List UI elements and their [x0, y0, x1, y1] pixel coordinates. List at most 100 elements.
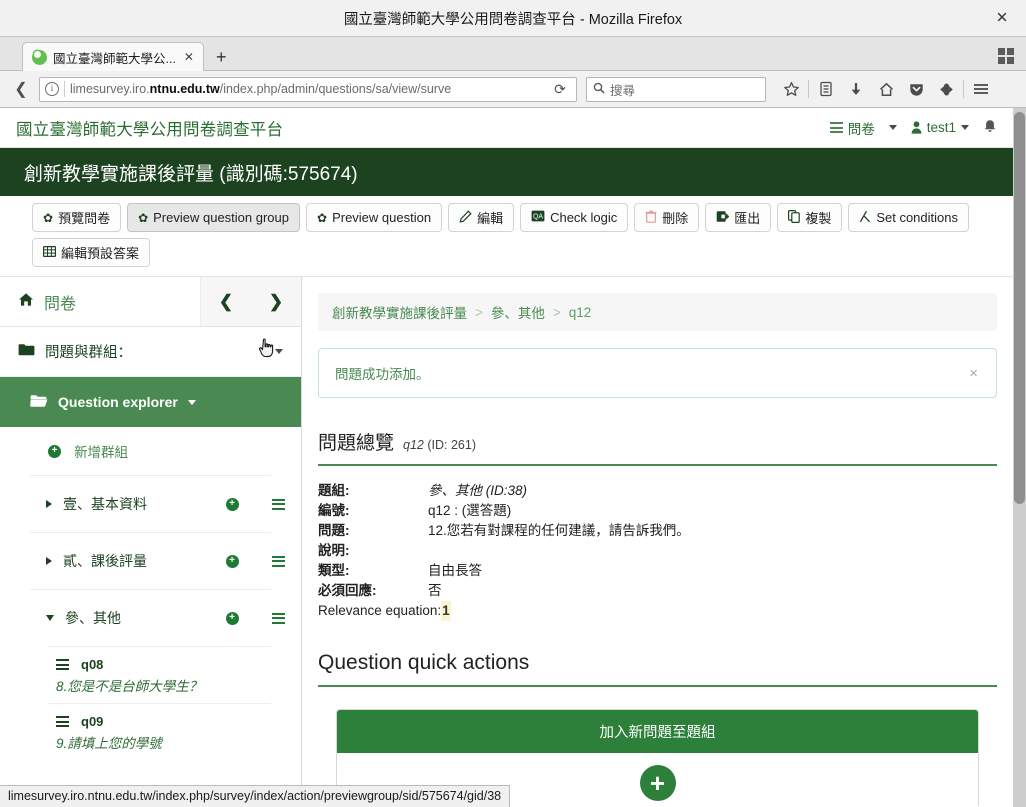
url-bar[interactable]: i limesurvey.iro.ntnu.edu.tw/index.php/a…	[39, 76, 577, 102]
nav-surveys[interactable]: 問卷	[829, 118, 875, 138]
url-prefix: limesurvey.iro.	[70, 82, 150, 96]
preview-question-button[interactable]: ✿ Preview question	[306, 203, 443, 232]
check-logic-button[interactable]: QA Check logic	[520, 203, 629, 232]
add-group-button[interactable]: + 新增群組	[0, 427, 301, 475]
new-tab-button[interactable]: +	[216, 48, 227, 66]
set-conditions-button[interactable]: Set conditions	[848, 203, 969, 232]
edit-default-answers-button[interactable]: 編輯預設答案	[32, 238, 151, 267]
breadcrumb-group[interactable]: 參、其他	[491, 302, 545, 322]
group-menu-icon[interactable]	[255, 498, 301, 510]
close-icon[interactable]: ×	[967, 365, 980, 382]
relevance-label: Relevance equation:	[318, 603, 442, 618]
edit-button[interactable]: 編輯	[448, 203, 515, 232]
sidebar-group-item[interactable]: 壹、基本資料 +	[0, 476, 301, 532]
library-icon[interactable]	[812, 76, 840, 102]
sidebar-group-item-expanded[interactable]: 參、其他 +	[0, 590, 301, 646]
sidebar-group-item[interactable]: 貳、課後評量 +	[0, 533, 301, 589]
folder-icon	[18, 343, 35, 360]
sidebar-question-item[interactable]: q08 8.您是不是台師大學生？	[0, 647, 301, 703]
nav-surveys-label: 問卷	[847, 121, 875, 137]
home-icon	[18, 292, 34, 311]
preview-question-group-button[interactable]: ✿ Preview question group	[127, 203, 300, 232]
button-label: 複製	[805, 211, 832, 226]
detail-row: 必須回應: 否	[318, 581, 997, 601]
tab-close-icon[interactable]: ✕	[182, 50, 196, 64]
sidebar-item-question-explorer[interactable]: Question explorer	[0, 377, 301, 427]
browser-tabstrip: 國立臺灣師範大學公... ✕ +	[0, 37, 1026, 71]
chevron-down-icon[interactable]	[888, 125, 897, 130]
pocket-icon[interactable]	[902, 76, 930, 102]
breadcrumb: 創新教學實施課後評量 > 參、其他 > q12	[318, 293, 997, 331]
add-question-icon[interactable]: +	[209, 554, 255, 568]
home-icon[interactable]	[872, 76, 900, 102]
question-id: (ID: 261)	[427, 438, 476, 452]
export-icon	[716, 210, 730, 226]
breadcrumb-separator: >	[475, 304, 483, 320]
add-group-label: 新增群組	[74, 445, 128, 460]
alert-message: 問題成功添加。	[335, 367, 430, 382]
chevron-right-icon[interactable]	[46, 500, 52, 508]
sidebar-prev-button[interactable]: ❮	[201, 277, 251, 326]
sidebar-section-questions-and-groups[interactable]: 問題與群組：	[0, 327, 301, 377]
add-question-plus-icon[interactable]: +	[639, 765, 676, 801]
url-domain: ntnu.edu.tw	[149, 82, 220, 96]
detail-value: 否	[428, 583, 442, 598]
question-detail-list: 題組: 參、其他 (ID:38) 編號: q12 : (選答題) 問題: 12.…	[318, 481, 997, 621]
detail-value: 12.您若有對課程的任何建議，請告訴我們。	[428, 523, 690, 538]
breadcrumb-separator: >	[552, 304, 561, 320]
chevron-down-icon[interactable]	[46, 615, 54, 621]
chevron-right-icon[interactable]	[46, 557, 52, 565]
window-close-button[interactable]: ✕	[992, 11, 1012, 26]
button-label: 預覽問卷	[58, 211, 111, 226]
url-divider	[64, 81, 65, 97]
detail-row: 說明:	[318, 541, 997, 561]
search-bar[interactable]: 搜尋	[586, 76, 766, 102]
browser-tab[interactable]: 國立臺灣師範大學公... ✕	[22, 42, 204, 71]
app-brand[interactable]: 國立臺灣師範大學公用問卷調查平台	[16, 116, 283, 140]
star-icon[interactable]	[777, 76, 805, 102]
scrollbar-thumb[interactable]	[1014, 112, 1025, 504]
chevron-down-icon[interactable]	[961, 125, 969, 130]
chevron-down-icon[interactable]	[275, 349, 283, 354]
svg-text:QA: QA	[533, 214, 543, 221]
add-question-icon[interactable]: +	[209, 611, 255, 625]
list-all-tabs-icon[interactable]	[998, 48, 1014, 64]
content-split: 問卷 ❮ ❯ 問題與群組： Question explorer + 新增群組 壹…	[0, 277, 1013, 806]
sidebar-group-list: + 新增群組 壹、基本資料 + 貳、課後評量 + 參、其他 + q08 8.您是…	[0, 427, 301, 760]
user-icon	[911, 121, 922, 134]
quick-actions-header: Question quick actions	[318, 651, 997, 687]
sidebar-item-surveys[interactable]: 問卷	[0, 290, 200, 314]
section-title: 問題總覽	[318, 433, 395, 454]
chevron-down-icon[interactable]	[187, 399, 196, 405]
export-button[interactable]: 匯出	[705, 203, 772, 232]
group-menu-icon[interactable]	[255, 555, 301, 567]
delete-button[interactable]: 刪除	[634, 203, 700, 232]
preview-survey-button[interactable]: ✿ 預覽問卷	[32, 203, 122, 232]
group-menu-icon[interactable]	[255, 612, 301, 624]
detail-label: 說明:	[318, 543, 350, 558]
group-name: 壹、基本資料	[63, 496, 147, 512]
back-button[interactable]: ❮	[8, 76, 34, 102]
copy-button[interactable]: 複製	[777, 203, 843, 232]
sidebar-home-row: 問卷 ❮ ❯	[0, 277, 301, 327]
check-logic-icon: QA	[531, 210, 545, 225]
add-question-icon[interactable]: +	[209, 497, 255, 511]
card-title: 加入新問題至題組	[337, 710, 978, 753]
reload-icon[interactable]: ⟳	[549, 78, 571, 100]
sync-icon[interactable]	[932, 76, 960, 102]
button-label: Check logic	[550, 210, 618, 225]
group-name: 參、其他	[65, 610, 121, 626]
page-scrollbar[interactable]	[1013, 108, 1026, 807]
sidebar-next-button[interactable]: ❯	[251, 277, 301, 326]
sidebar-question-item[interactable]: q09 9.請填上您的學號	[0, 704, 301, 760]
nav-user[interactable]: test1	[911, 120, 969, 135]
gear-icon: ✿	[138, 210, 149, 225]
list-icon	[829, 122, 843, 133]
trash-icon	[645, 210, 657, 226]
downloads-icon[interactable]	[842, 76, 870, 102]
plus-circle-icon: +	[48, 444, 61, 458]
bell-icon[interactable]	[983, 119, 997, 137]
site-info-icon[interactable]: i	[45, 82, 59, 96]
breadcrumb-survey[interactable]: 創新教學實施課後評量	[332, 302, 467, 322]
hamburger-menu-icon[interactable]	[967, 76, 995, 102]
